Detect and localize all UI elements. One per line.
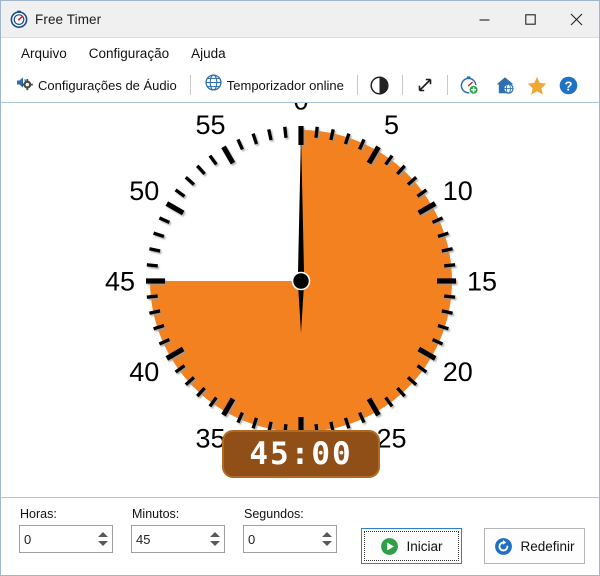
window-controls: [461, 1, 599, 37]
clock-number-45: 45: [105, 267, 135, 297]
audio-settings-button[interactable]: Configurações de Áudio: [11, 72, 181, 98]
hours-stepper[interactable]: [19, 525, 113, 553]
minutes-spin-down-icon[interactable]: [210, 541, 220, 546]
reset-icon: [494, 537, 513, 556]
clock-area[interactable]: 0510152025303540455055 45:00: [1, 103, 599, 497]
seconds-stepper[interactable]: [243, 525, 337, 553]
close-button[interactable]: [553, 1, 599, 37]
seconds-spin-up-icon[interactable]: [322, 532, 332, 537]
svg-text:?: ?: [565, 78, 573, 93]
star-icon[interactable]: [524, 72, 550, 98]
menu-configuracao[interactable]: Configuração: [81, 44, 177, 63]
minutes-spin-up-icon[interactable]: [210, 532, 220, 537]
hours-spin-up-icon[interactable]: [98, 532, 108, 537]
clock-number-55: 55: [195, 110, 225, 140]
home-globe-icon[interactable]: [492, 72, 518, 98]
clock-number-20: 20: [443, 357, 473, 387]
add-timer-icon[interactable]: [457, 72, 483, 98]
reset-button-label: Redefinir: [520, 538, 575, 554]
minutes-label: Minutos:: [132, 507, 180, 521]
hours-input[interactable]: [20, 526, 94, 552]
window-title: Free Timer: [35, 11, 102, 27]
seconds-spin-down-icon[interactable]: [322, 541, 332, 546]
clock-number-5: 5: [384, 110, 399, 140]
hours-label: Horas:: [20, 507, 57, 521]
toolbar-separator-1: [189, 75, 191, 95]
minutes-input[interactable]: [132, 526, 206, 552]
online-timer-label: Temporizador online: [226, 77, 344, 93]
toolbar: Configurações de Áudio Temporizador onli…: [1, 68, 599, 103]
titlebar: Free Timer: [1, 1, 599, 38]
seconds-spin-buttons[interactable]: [318, 526, 336, 552]
clock-number-15: 15: [467, 267, 497, 297]
toolbar-separator-4: [446, 75, 448, 95]
maximize-button[interactable]: [507, 1, 553, 37]
hours-field-group: Horas:: [19, 507, 113, 553]
clock-number-50: 50: [129, 176, 159, 206]
clock-number-10: 10: [443, 176, 473, 206]
reset-button[interactable]: Redefinir: [484, 528, 585, 564]
hours-spin-buttons[interactable]: [94, 526, 112, 552]
audio-settings-label: Configurações de Áudio: [38, 77, 177, 93]
toolbar-separator-3: [401, 75, 403, 95]
online-timer-button[interactable]: Temporizador online: [200, 72, 348, 98]
menubar: Arquivo Configuração Ajuda: [1, 38, 599, 68]
clock-number-40: 40: [129, 357, 159, 387]
seconds-label: Segundos:: [244, 507, 304, 521]
menu-arquivo[interactable]: Arquivo: [13, 44, 75, 63]
globe-icon: [204, 73, 223, 97]
clock-number-0: 0: [293, 103, 308, 116]
start-button[interactable]: Iniciar: [361, 528, 462, 564]
digital-time-value: 45:00: [249, 435, 353, 472]
minutes-field-group: Minutos:: [131, 507, 225, 553]
bottom-panel: Horas: Minutos: Segundos:: [1, 497, 599, 575]
fullscreen-icon[interactable]: [412, 72, 438, 98]
minutes-spin-buttons[interactable]: [206, 526, 224, 552]
menu-ajuda[interactable]: Ajuda: [183, 44, 234, 63]
digital-display: 45:00: [222, 430, 380, 478]
seconds-input[interactable]: [244, 526, 318, 552]
timer-icon: [10, 10, 28, 29]
clock-number-25: 25: [376, 423, 406, 453]
hours-spin-down-icon[interactable]: [98, 541, 108, 546]
toolbar-separator-2: [356, 75, 358, 95]
free-timer-window: Free Timer Arquivo Configuração Ajuda Co…: [0, 0, 600, 576]
play-icon: [380, 537, 399, 556]
audio-gear-icon: [15, 73, 34, 97]
contrast-icon[interactable]: [367, 72, 393, 98]
start-button-label: Iniciar: [406, 538, 443, 554]
help-icon[interactable]: ?: [556, 72, 582, 98]
seconds-field-group: Segundos:: [243, 507, 337, 553]
minutes-stepper[interactable]: [131, 525, 225, 553]
minimize-button[interactable]: [461, 1, 507, 37]
